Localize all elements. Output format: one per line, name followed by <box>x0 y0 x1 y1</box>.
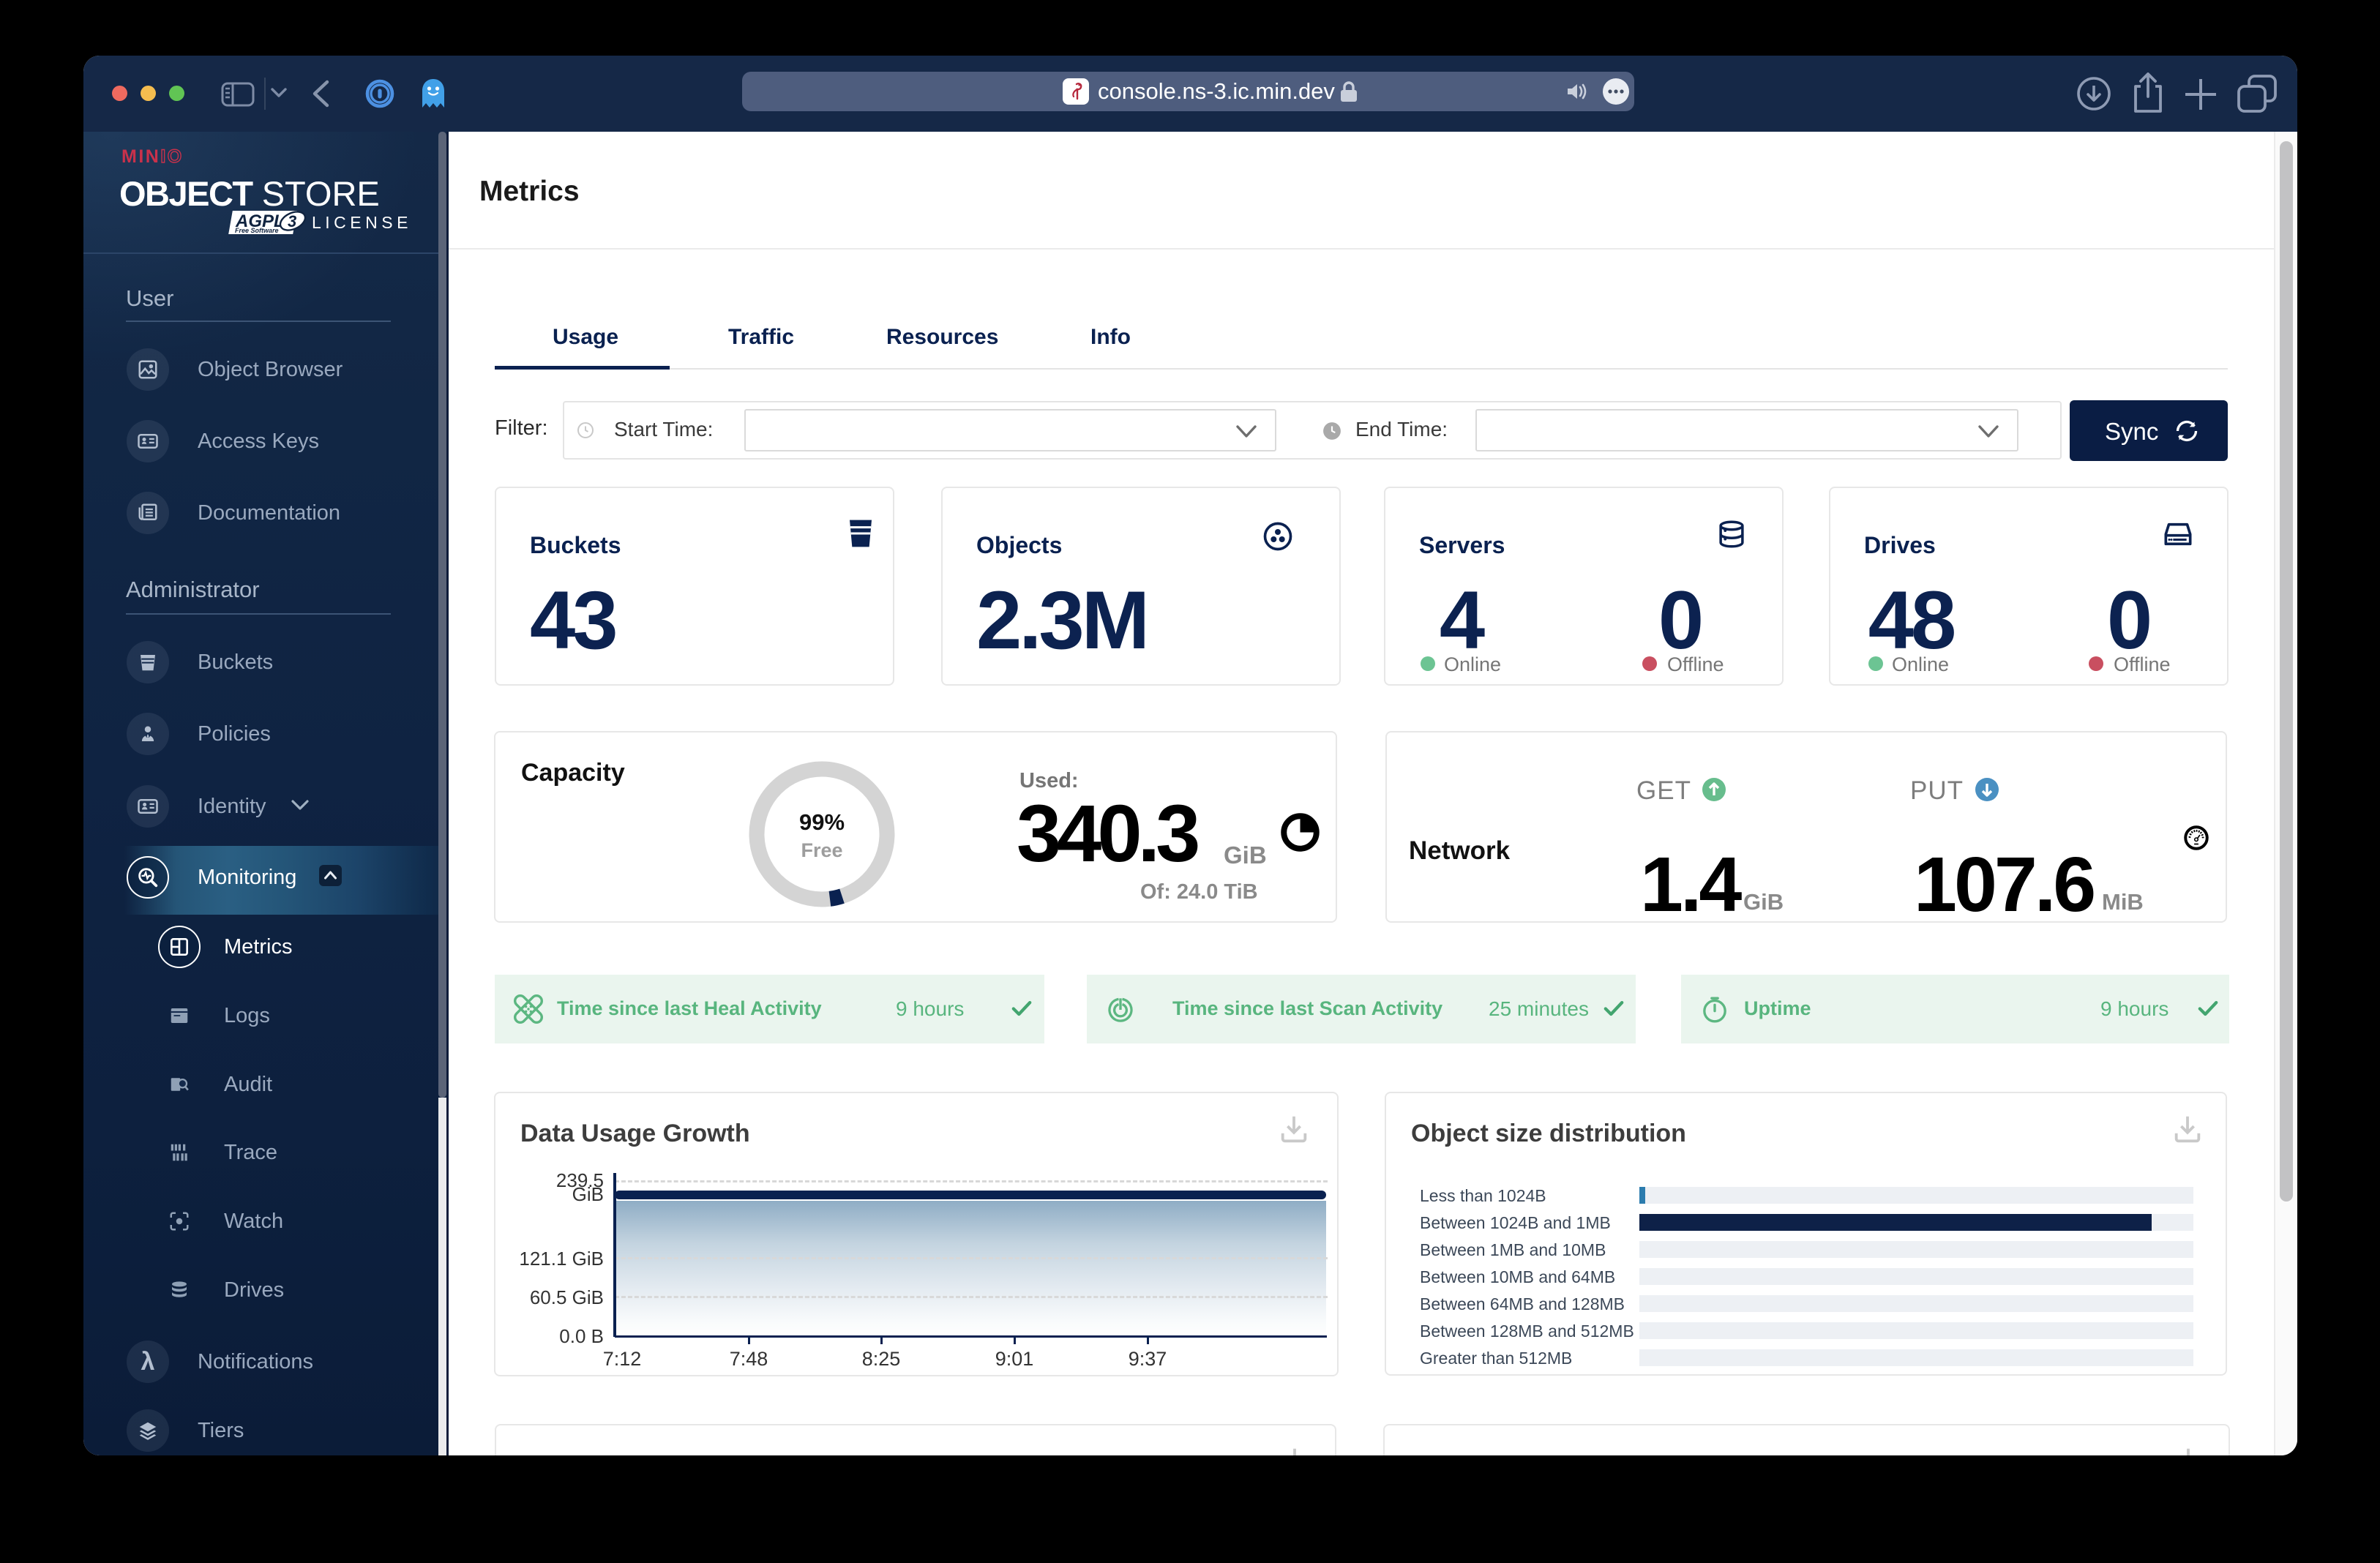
svg-text:3: 3 <box>288 212 296 230</box>
